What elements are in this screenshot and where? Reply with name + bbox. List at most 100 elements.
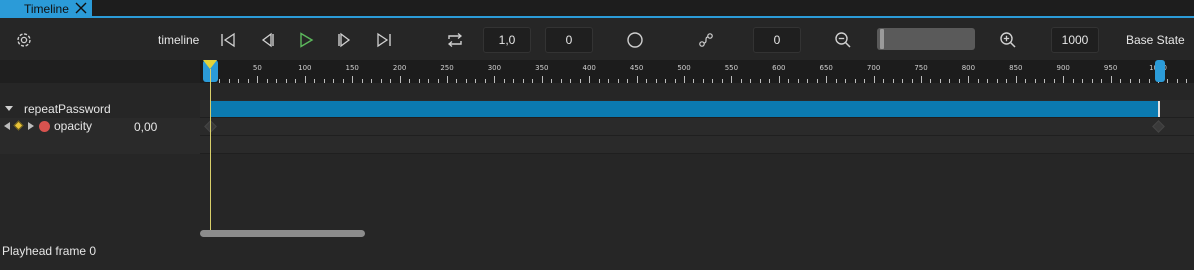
ruler-tick — [437, 79, 439, 83]
ruler-tick — [1044, 79, 1046, 83]
property-track[interactable] — [200, 118, 1194, 136]
ruler-tick — [930, 79, 932, 83]
to-end-button[interactable] — [372, 20, 396, 60]
ruler-tick — [522, 79, 524, 83]
playback-speed-field[interactable]: 1,0 — [483, 27, 531, 53]
section-label: repeatPassword — [24, 102, 111, 116]
zoom-in-button[interactable] — [996, 20, 1020, 60]
previous-frame-button[interactable] — [255, 20, 279, 60]
ruler-tick — [740, 79, 742, 83]
ruler-tick — [939, 79, 941, 83]
section-range-bar[interactable] — [210, 101, 1160, 117]
property-row[interactable]: opacity 0,00 — [0, 118, 200, 136]
ruler-label: 650 — [819, 64, 833, 72]
ruler-tick — [551, 79, 553, 83]
next-keyframe-icon[interactable] — [28, 122, 34, 130]
state-selector[interactable]: Base State — [1126, 20, 1185, 60]
easing-curve-button[interactable] — [694, 20, 718, 60]
ruler-tick — [465, 79, 467, 83]
ruler-tick — [854, 79, 856, 83]
close-icon[interactable] — [74, 1, 88, 15]
tab-bar: Timeline — [0, 0, 1194, 18]
ruler-tick — [598, 79, 600, 83]
ruler-tick — [418, 79, 420, 83]
ruler-tick — [712, 79, 714, 83]
ruler-tick — [513, 79, 515, 83]
ruler-tick — [902, 79, 904, 83]
previous-keyframe-icon[interactable] — [4, 122, 10, 130]
next-frame-button[interactable] — [333, 20, 357, 60]
loop-icon — [447, 33, 463, 47]
ruler-tick — [769, 79, 771, 83]
frame-ruler[interactable]: 50 100 150 200 250 300 350 400 450 500 550 600 650 70… — [200, 60, 1194, 83]
ruler-tick — [835, 79, 837, 83]
ruler-tick — [380, 79, 382, 83]
ruler-tick — [1082, 79, 1084, 83]
timeline-canvas[interactable]: 50 100 150 200 250 300 350 400 450 500 550 600 650 70… — [200, 60, 1194, 270]
loop-button[interactable] — [443, 20, 467, 60]
end-frame-marker[interactable] — [1155, 60, 1165, 82]
ruler-tick — [1053, 79, 1055, 83]
ruler-tick — [570, 79, 572, 83]
ruler-tick — [219, 79, 221, 83]
ruler-tick — [257, 76, 259, 83]
empty-row — [0, 136, 200, 154]
tab-timeline[interactable]: Timeline — [0, 0, 92, 18]
ruler-tick — [1129, 79, 1131, 83]
ruler-label: 100 — [298, 64, 312, 72]
gear-icon — [17, 33, 31, 47]
record-icon[interactable] — [39, 121, 50, 132]
zoom-slider[interactable] — [877, 28, 975, 50]
ruler-tick — [494, 76, 496, 83]
horizontal-scrollbar[interactable] — [200, 230, 365, 237]
section-row[interactable]: repeatPassword — [0, 100, 200, 118]
zoom-slider-handle[interactable] — [880, 29, 884, 49]
ruler-tick — [361, 79, 363, 83]
ruler-tick — [238, 79, 240, 83]
ruler-label: 400 — [582, 64, 596, 72]
ruler-tick — [1186, 79, 1188, 83]
play-button[interactable] — [294, 20, 318, 60]
ruler-label: 200 — [392, 64, 407, 72]
ruler-tick — [627, 79, 629, 83]
to-start-button[interactable] — [216, 20, 240, 60]
ruler-tick — [1025, 79, 1027, 83]
ruler-tick — [921, 76, 922, 83]
tab-title: Timeline — [24, 2, 69, 16]
circle-icon — [627, 32, 643, 48]
skip-to-end-icon — [377, 32, 391, 48]
ruler-tick — [845, 79, 847, 83]
playhead-icon[interactable] — [203, 60, 217, 69]
property-value[interactable]: 0,00 — [134, 120, 157, 134]
keyframe-value-field[interactable]: 0 — [753, 27, 801, 53]
section-range-end[interactable] — [1158, 101, 1160, 117]
keyframe-toggle-button[interactable] — [623, 20, 647, 60]
ruler-tick — [665, 79, 667, 83]
ruler-tick — [285, 79, 287, 83]
ruler-tick — [1072, 79, 1074, 83]
ruler-label: 50 — [252, 64, 262, 72]
add-keyframe-icon[interactable] — [13, 120, 24, 131]
step-forward-icon — [338, 32, 351, 48]
ruler-tick — [731, 76, 733, 83]
ruler-tick — [797, 79, 799, 83]
ruler-tick — [636, 76, 638, 83]
ruler-tick — [428, 79, 430, 83]
chevron-down-icon[interactable] — [5, 106, 13, 111]
ruler-tick — [1176, 79, 1178, 83]
ruler-label: 600 — [772, 64, 786, 72]
ruler-tick — [892, 79, 894, 83]
ruler-tick — [968, 76, 970, 83]
ruler-tick — [560, 79, 562, 83]
settings-button[interactable] — [12, 20, 36, 60]
ruler-tick — [883, 79, 885, 83]
ruler-label: 150 — [345, 64, 359, 72]
ruler-label: 800 — [961, 64, 976, 72]
ruler-tick — [949, 79, 951, 83]
zoom-out-button[interactable] — [831, 20, 855, 60]
ruler-tick — [503, 79, 505, 83]
ruler-tick — [759, 79, 761, 83]
end-frame-field[interactable]: 1000 — [1051, 27, 1099, 53]
ruler-tick — [371, 79, 373, 83]
start-frame-field[interactable]: 0 — [545, 27, 593, 53]
